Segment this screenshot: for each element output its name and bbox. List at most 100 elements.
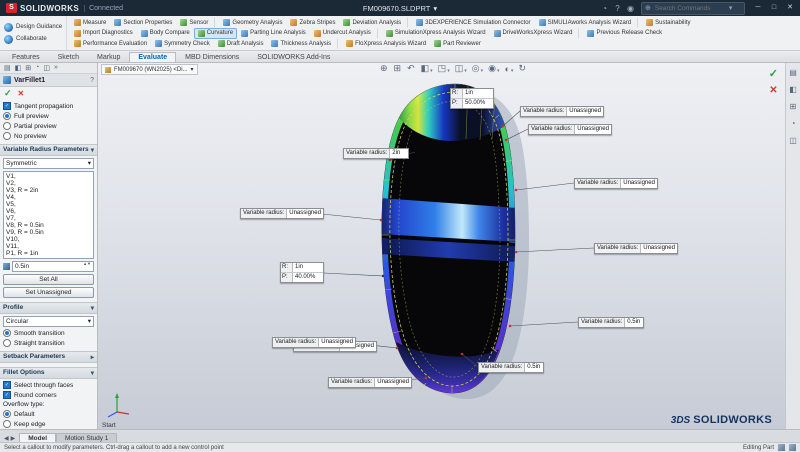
callout-value[interactable]: 1in [293, 263, 323, 272]
variable-radius-callout[interactable]: Variable radius: Unassigned [520, 106, 604, 117]
tab-scroll-right-icon[interactable]: ▶ [11, 435, 16, 442]
view-settings-icon[interactable]: ◐ ▾ [504, 64, 513, 74]
rotate-view-icon[interactable]: ↻ [518, 63, 527, 74]
ribbon-button[interactable]: Section Properties [110, 17, 176, 28]
tab-scroll-left-icon[interactable]: ◀ [4, 435, 9, 442]
feature-tree-flyout[interactable]: FM009670 (WN2025) <Di... ▾ [101, 64, 198, 75]
preview-radio[interactable]: Full preview [3, 112, 94, 120]
list-item[interactable]: V11, [6, 243, 91, 250]
zoom-fit-icon[interactable]: ⊕ [380, 63, 389, 74]
symmetry-select[interactable]: Symmetric ▾ [3, 158, 94, 169]
chevron-down-icon[interactable]: ▾ [191, 66, 194, 73]
user-profile-icon[interactable]: ◉ [625, 3, 636, 14]
list-item[interactable]: V8, R = 0.5in [6, 222, 91, 229]
task-pane-appearances-icon[interactable]: ◔ [791, 119, 796, 128]
callout-value[interactable]: Unassigned [575, 125, 611, 134]
set-all-button[interactable]: Set All [3, 274, 94, 285]
fillet-option-checkbox[interactable]: Select through faces [3, 381, 94, 389]
variable-radius-callout[interactable]: Variable radius: Unassigned [594, 243, 678, 254]
list-item[interactable]: V1, [6, 173, 91, 180]
hide-show-items-icon[interactable]: ◎ ▾ [472, 63, 483, 74]
ribbon-button[interactable]: Curvature [193, 27, 238, 39]
notifications-icon[interactable]: ◔ [599, 3, 610, 14]
callout-value[interactable]: Unassigned [375, 378, 411, 387]
list-item[interactable]: V7, [6, 215, 91, 222]
previous-view-icon[interactable]: ↶ [407, 63, 416, 74]
ribbon-button[interactable]: Undercut Analysis [310, 27, 378, 39]
variable-radius-callout[interactable]: Variable radius: 0.5in [478, 362, 545, 373]
tangent-propagation-checkbox[interactable]: Tangent propagation [3, 102, 94, 110]
ribbon-button[interactable]: Performance Evaluation [70, 38, 151, 49]
overflow-radio[interactable]: Keep edge [3, 420, 94, 428]
search-box[interactable]: ⊕ ▾ [641, 1, 745, 15]
ribbon-button[interactable]: Thickness Analysis [267, 38, 339, 49]
callout-value[interactable]: 0.5in [625, 318, 644, 327]
list-item[interactable]: V2, [6, 180, 91, 187]
callout-value[interactable]: 0.5in [525, 363, 544, 372]
document-caret-icon[interactable]: ▾ [433, 4, 437, 13]
command-tab[interactable]: MBD Dimensions [176, 52, 248, 62]
variable-radius-callout[interactable]: Variable radius: 2in [343, 148, 410, 159]
command-tab[interactable]: Markup [88, 52, 129, 62]
radius-position-callout[interactable]: R: 1in P: 50.00% [450, 88, 494, 109]
ribbon-button[interactable]: Parting Line Analysis [237, 28, 310, 39]
tabs-overflow-icon[interactable]: » [54, 64, 58, 71]
list-item[interactable]: P1, R = 1in [6, 250, 91, 257]
minimize-button[interactable]: ─ [750, 0, 766, 16]
ribbon-button[interactable]: DriveWorksXpress Wizard [490, 27, 580, 39]
callout-value[interactable]: Unassigned [287, 209, 323, 218]
document-title[interactable]: FM009670.SLDPRT ▾ [363, 4, 437, 13]
section-view-icon[interactable]: ◧ ▾ [421, 63, 433, 74]
ribbon-button[interactable]: SIMULIAworks Analysis Wizard [535, 17, 639, 28]
ribbon-button[interactable]: FloXpress Analysis Wizard [342, 38, 430, 49]
variable-radius-callout[interactable]: Variable radius: Unassigned [528, 124, 612, 135]
view-orientation-icon[interactable]: ◳ ▾ [438, 63, 450, 74]
callout-value[interactable]: 50.00% [463, 99, 493, 108]
status-icon-1[interactable] [778, 444, 785, 451]
profile-type-select[interactable]: Circular ▾ [3, 316, 94, 327]
section-header-setback[interactable]: Setback Parameters ▸ [0, 351, 97, 363]
task-pane-custom-properties-icon[interactable]: ◫ [789, 136, 797, 145]
ribbon-button[interactable]: SimulationXpress Analysis Wizard [382, 28, 490, 39]
ribbon-button[interactable]: Zebra Stripes [286, 17, 339, 28]
list-item[interactable]: V9, R = 0.5in [6, 229, 91, 236]
ribbon-button[interactable]: Deviation Analysis [339, 17, 409, 28]
status-icon-2[interactable] [789, 444, 796, 451]
callout-value[interactable]: 40.00% [293, 273, 323, 282]
transition-radio[interactable]: Straight transition [3, 339, 94, 347]
list-item[interactable]: V6, [6, 208, 91, 215]
fillet-option-checkbox[interactable]: Round corners [3, 391, 94, 399]
radius-field[interactable]: 0.5in ▲▼ [12, 261, 94, 272]
ribbon-button[interactable]: Import Diagnostics [70, 28, 137, 39]
ribbon-button[interactable]: Measure [70, 17, 110, 28]
command-tab[interactable]: Sketch [49, 52, 88, 62]
section-header-fillet-options[interactable]: Fillet Options ▾ [0, 367, 97, 379]
pm-ok-button[interactable]: ✓ [4, 89, 12, 98]
ribbon-app-design-guidance[interactable]: Design Guidance [4, 22, 62, 32]
callout-value[interactable]: Unassigned [567, 107, 603, 116]
preview-radio[interactable]: Partial preview [3, 122, 94, 130]
search-caret-icon[interactable]: ▾ [729, 4, 733, 12]
ribbon-button[interactable]: Sustainability [642, 17, 694, 28]
zoom-area-icon[interactable]: ⊞ [394, 63, 403, 74]
overflow-radio[interactable]: Default [3, 410, 94, 418]
callout-value[interactable]: 1in [463, 89, 493, 98]
confirm-cancel-button[interactable]: ✕ [769, 85, 777, 96]
variable-radius-callout[interactable]: Variable radius: 0.5in [578, 317, 645, 328]
ribbon-button[interactable]: 3DEXPERIENCE Simulation Connector [412, 17, 534, 28]
callout-value[interactable]: Unassigned [641, 244, 677, 253]
section-header-profile[interactable]: Profile ▾ [0, 302, 97, 314]
callout-value[interactable]: 2in [390, 149, 409, 158]
pm-cancel-button[interactable]: ✕ [18, 89, 25, 98]
pm-help-icon[interactable]: ? [90, 77, 94, 84]
variable-radius-callout[interactable]: Variable radius: Unassigned [240, 208, 324, 219]
task-pane-design-library-icon[interactable]: ◧ [789, 85, 797, 94]
callout-value[interactable]: Unassigned [319, 338, 355, 347]
display-style-icon[interactable]: ◫ ▾ [455, 63, 467, 74]
ribbon-button[interactable]: Symmetry Check [151, 38, 214, 49]
edit-appearance-icon[interactable]: ◉ ▾ [488, 63, 499, 74]
featuremanager-tab-icon[interactable]: ▤ [4, 64, 11, 72]
preview-radio[interactable]: No preview [3, 132, 94, 140]
list-item[interactable]: V4, [6, 194, 91, 201]
ribbon-button[interactable]: Draft Analysis [214, 38, 268, 49]
